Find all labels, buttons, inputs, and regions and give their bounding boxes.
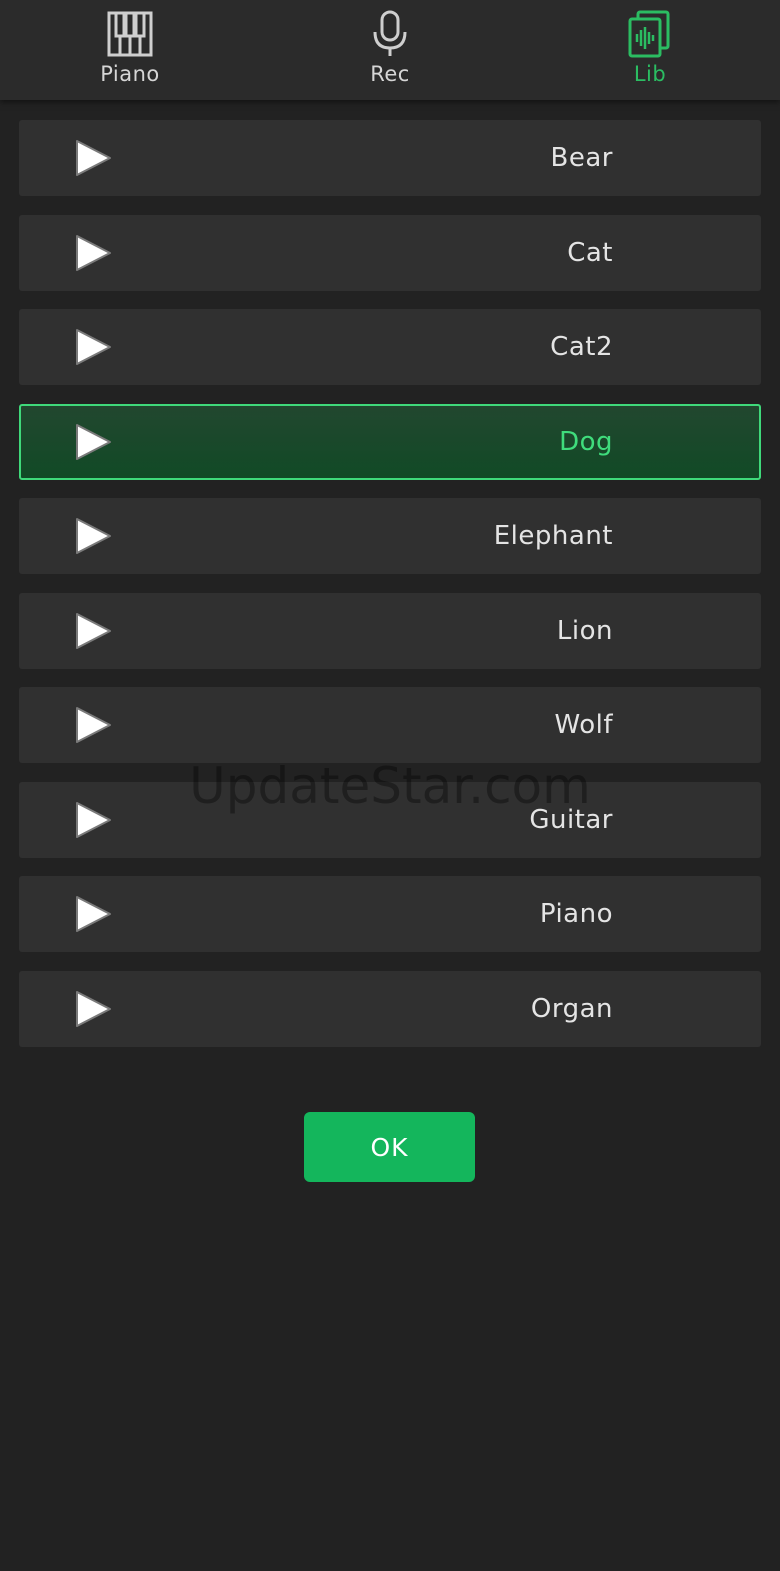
tab-lib[interactable]: Lib bbox=[520, 0, 780, 100]
tab-piano[interactable]: Piano bbox=[0, 0, 260, 100]
play-icon[interactable] bbox=[74, 611, 114, 651]
microphone-icon bbox=[373, 10, 407, 56]
sound-item-organ[interactable]: Organ bbox=[19, 970, 761, 1047]
sound-item-elephant[interactable]: Elephant bbox=[19, 498, 761, 574]
play-icon[interactable] bbox=[74, 800, 114, 840]
piano-keys-icon bbox=[107, 11, 153, 57]
play-icon[interactable] bbox=[74, 233, 114, 273]
tab-piano-label: Piano bbox=[100, 62, 160, 86]
sound-item-bear[interactable]: Bear bbox=[19, 120, 761, 196]
play-icon[interactable] bbox=[74, 894, 114, 934]
play-icon[interactable] bbox=[74, 989, 114, 1029]
tab-rec[interactable]: Rec bbox=[260, 0, 520, 100]
play-icon[interactable] bbox=[74, 705, 114, 745]
sound-name: Bear bbox=[550, 143, 613, 173]
sound-name: Cat2 bbox=[550, 332, 613, 362]
sound-item-cat2[interactable]: Cat2 bbox=[19, 309, 761, 385]
sound-name: Piano bbox=[539, 899, 613, 929]
sound-item-lion[interactable]: Lion bbox=[19, 592, 761, 669]
sound-name: Wolf bbox=[554, 710, 613, 740]
sound-item-dog[interactable]: Dog bbox=[19, 403, 761, 480]
sound-item-piano[interactable]: Piano bbox=[19, 876, 761, 952]
sound-item-wolf[interactable]: Wolf bbox=[19, 687, 761, 763]
sound-list: Bear Cat Cat2 Dog Elephant Lion Wolf Gui… bbox=[19, 120, 761, 1065]
play-icon[interactable] bbox=[74, 422, 114, 462]
sound-name: Guitar bbox=[529, 804, 613, 835]
sound-name: Organ bbox=[530, 993, 613, 1024]
sound-name: Elephant bbox=[493, 521, 613, 551]
tab-rec-label: Rec bbox=[370, 62, 410, 86]
sound-item-cat[interactable]: Cat bbox=[19, 214, 761, 291]
play-icon[interactable] bbox=[74, 516, 114, 556]
tab-lib-label: Lib bbox=[633, 62, 667, 86]
tab-bar: Piano Rec Lib bbox=[0, 0, 780, 100]
sound-name: Dog bbox=[559, 426, 613, 457]
play-icon[interactable] bbox=[74, 138, 114, 178]
play-icon[interactable] bbox=[74, 327, 114, 367]
sound-name: Lion bbox=[556, 615, 613, 646]
audio-library-icon bbox=[628, 10, 670, 58]
sound-item-guitar[interactable]: Guitar bbox=[19, 781, 761, 858]
ok-button[interactable]: OK bbox=[304, 1112, 475, 1182]
sound-name: Cat bbox=[567, 237, 613, 268]
